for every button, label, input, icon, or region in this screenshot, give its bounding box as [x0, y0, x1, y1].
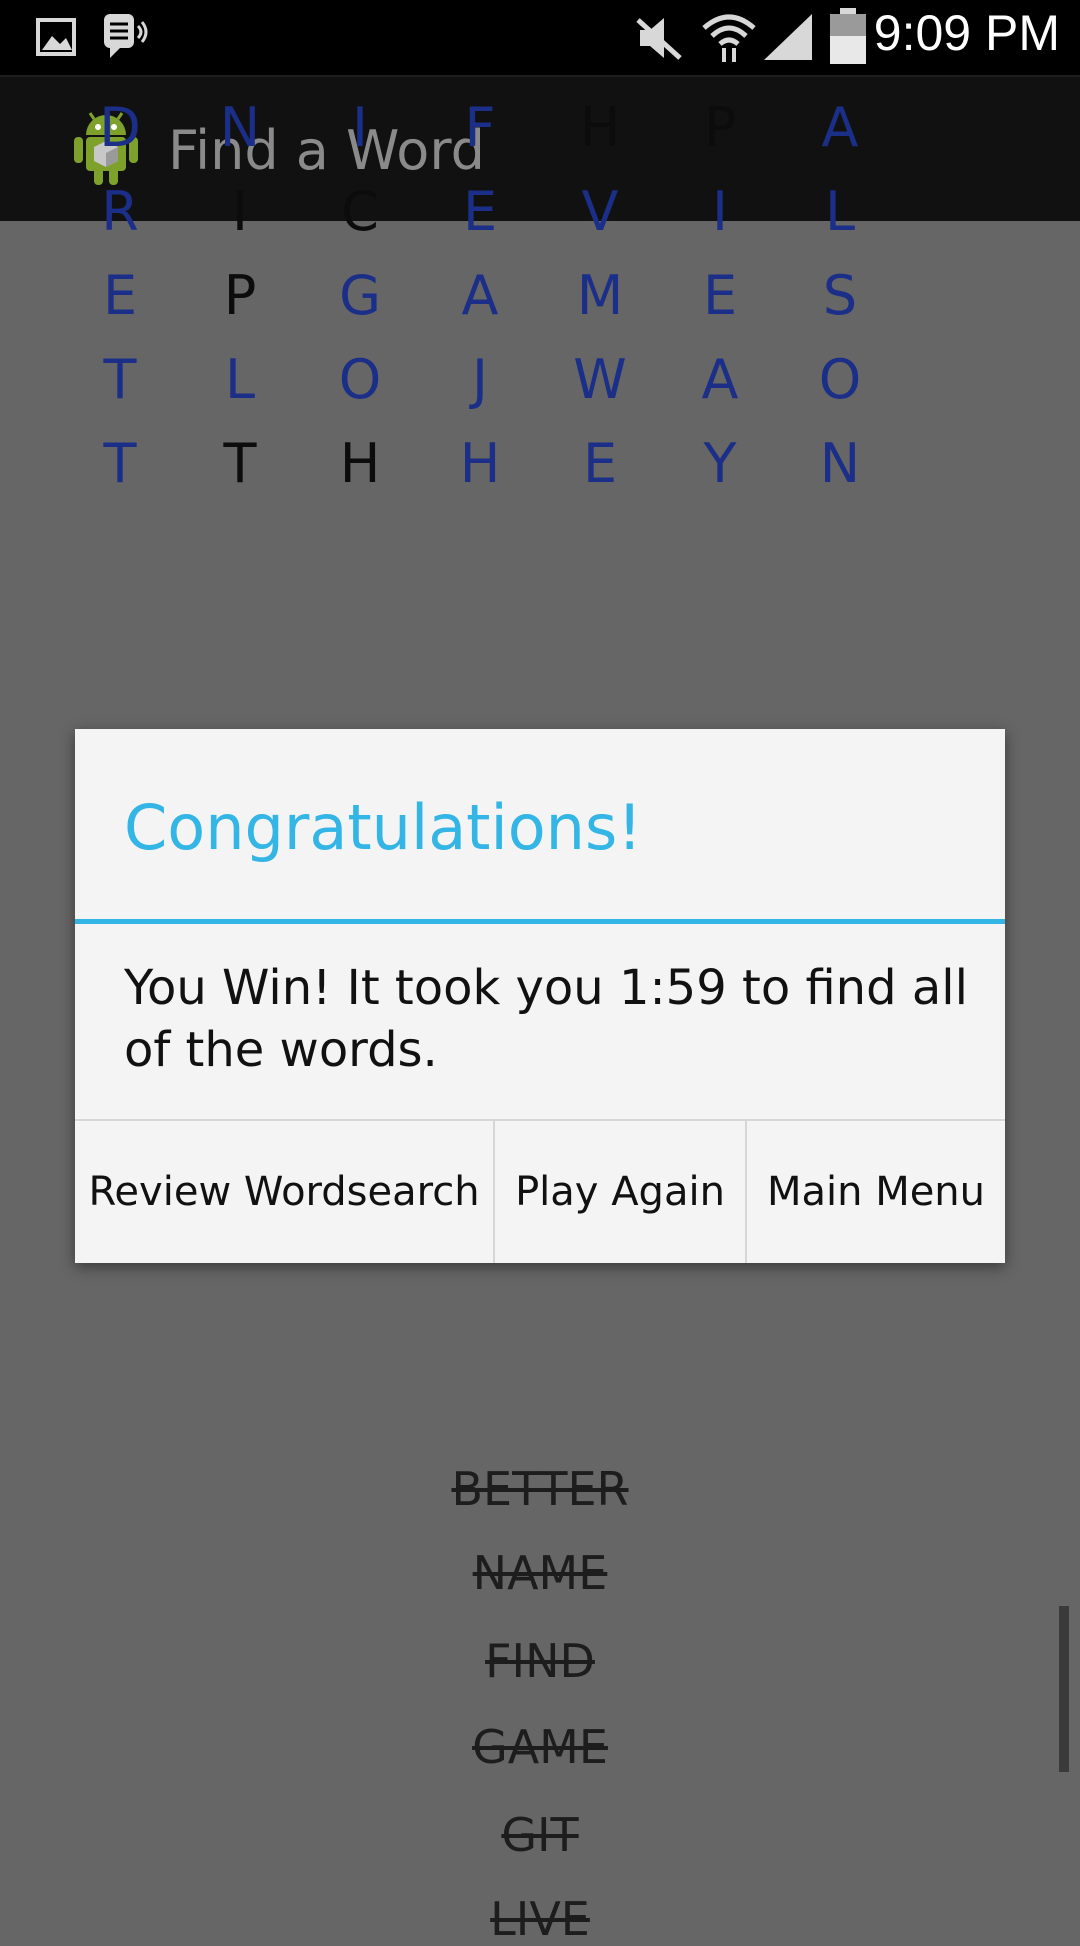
grid-cell[interactable]: R	[60, 170, 180, 254]
grid-cell[interactable]: N	[180, 86, 300, 170]
grid-cell[interactable]: T	[60, 338, 180, 422]
gallery-icon	[36, 18, 76, 56]
status-time: 9:09 PM	[873, 5, 1060, 61]
grid-cell[interactable]: E	[60, 254, 180, 338]
grid-cell[interactable]: O	[300, 338, 420, 422]
grid-cell[interactable]: E	[660, 254, 780, 338]
word-list-item: BETTER	[451, 1462, 629, 1516]
grid-cell[interactable]: N	[780, 422, 900, 506]
grid-cell[interactable]: E	[420, 170, 540, 254]
word-grid[interactable]: DNIFHPARICEVILEPGAMESTLOJWAOTTHHEYN	[0, 96, 1080, 739]
battery-icon	[830, 8, 866, 64]
grid-cell[interactable]: S	[780, 254, 900, 338]
grid-cell[interactable]: H	[300, 422, 420, 506]
grid-cell[interactable]: A	[420, 254, 540, 338]
grid-cell[interactable]: A	[660, 338, 780, 422]
word-list-item: FIND	[485, 1634, 595, 1688]
grid-cell[interactable]: E	[540, 422, 660, 506]
grid-cell[interactable]: T	[180, 422, 300, 506]
congratulations-dialog: Congratulations! You Win! It took you 1:…	[75, 729, 1005, 1263]
grid-cell[interactable]: V	[540, 170, 660, 254]
grid-cell[interactable]: F	[420, 86, 540, 170]
grid-cell[interactable]: I	[180, 170, 300, 254]
grid-cell[interactable]: L	[780, 170, 900, 254]
grid-cell[interactable]: M	[540, 254, 660, 338]
grid-cell[interactable]: D	[60, 86, 180, 170]
play-again-button[interactable]: Play Again	[495, 1121, 745, 1263]
grid-cell[interactable]: I	[660, 170, 780, 254]
main-menu-button[interactable]: Main Menu	[747, 1121, 1005, 1263]
word-list-item: NAME	[472, 1546, 608, 1600]
grid-cell[interactable]: W	[540, 338, 660, 422]
review-wordsearch-button[interactable]: Review Wordsearch	[75, 1121, 493, 1263]
dialog-message: You Win! It took you 1:59 to find all of…	[124, 960, 968, 1078]
grid-cell[interactable]: H	[540, 86, 660, 170]
word-list-item: GAME	[472, 1720, 608, 1774]
wifi-icon	[702, 14, 756, 62]
dialog-divider	[75, 919, 1005, 924]
signal-icon	[764, 14, 812, 60]
dialog-title: Congratulations!	[124, 791, 643, 864]
grid-cell[interactable]: H	[420, 422, 540, 506]
status-bar: 9:09 PM	[0, 0, 1080, 75]
word-list-item: LIVE	[490, 1892, 590, 1946]
word-list-item: GIT	[501, 1808, 579, 1862]
grid-cell[interactable]: L	[180, 338, 300, 422]
grid-cell[interactable]: C	[300, 170, 420, 254]
grid-cell[interactable]: Y	[660, 422, 780, 506]
grid-cell[interactable]: J	[420, 338, 540, 422]
grid-cell[interactable]: I	[300, 86, 420, 170]
grid-cell[interactable]: P	[660, 86, 780, 170]
grid-cell[interactable]: A	[780, 86, 900, 170]
grid-cell[interactable]: O	[780, 338, 900, 422]
voice-mail-icon	[104, 14, 148, 58]
mute-icon	[636, 18, 682, 60]
grid-cell[interactable]: G	[300, 254, 420, 338]
dialog-button-row: Review Wordsearch Play Again Main Menu	[75, 1119, 1005, 1265]
scrollbar[interactable]	[1059, 1606, 1069, 1772]
grid-cell[interactable]: T	[60, 422, 180, 506]
grid-cell[interactable]: P	[180, 254, 300, 338]
